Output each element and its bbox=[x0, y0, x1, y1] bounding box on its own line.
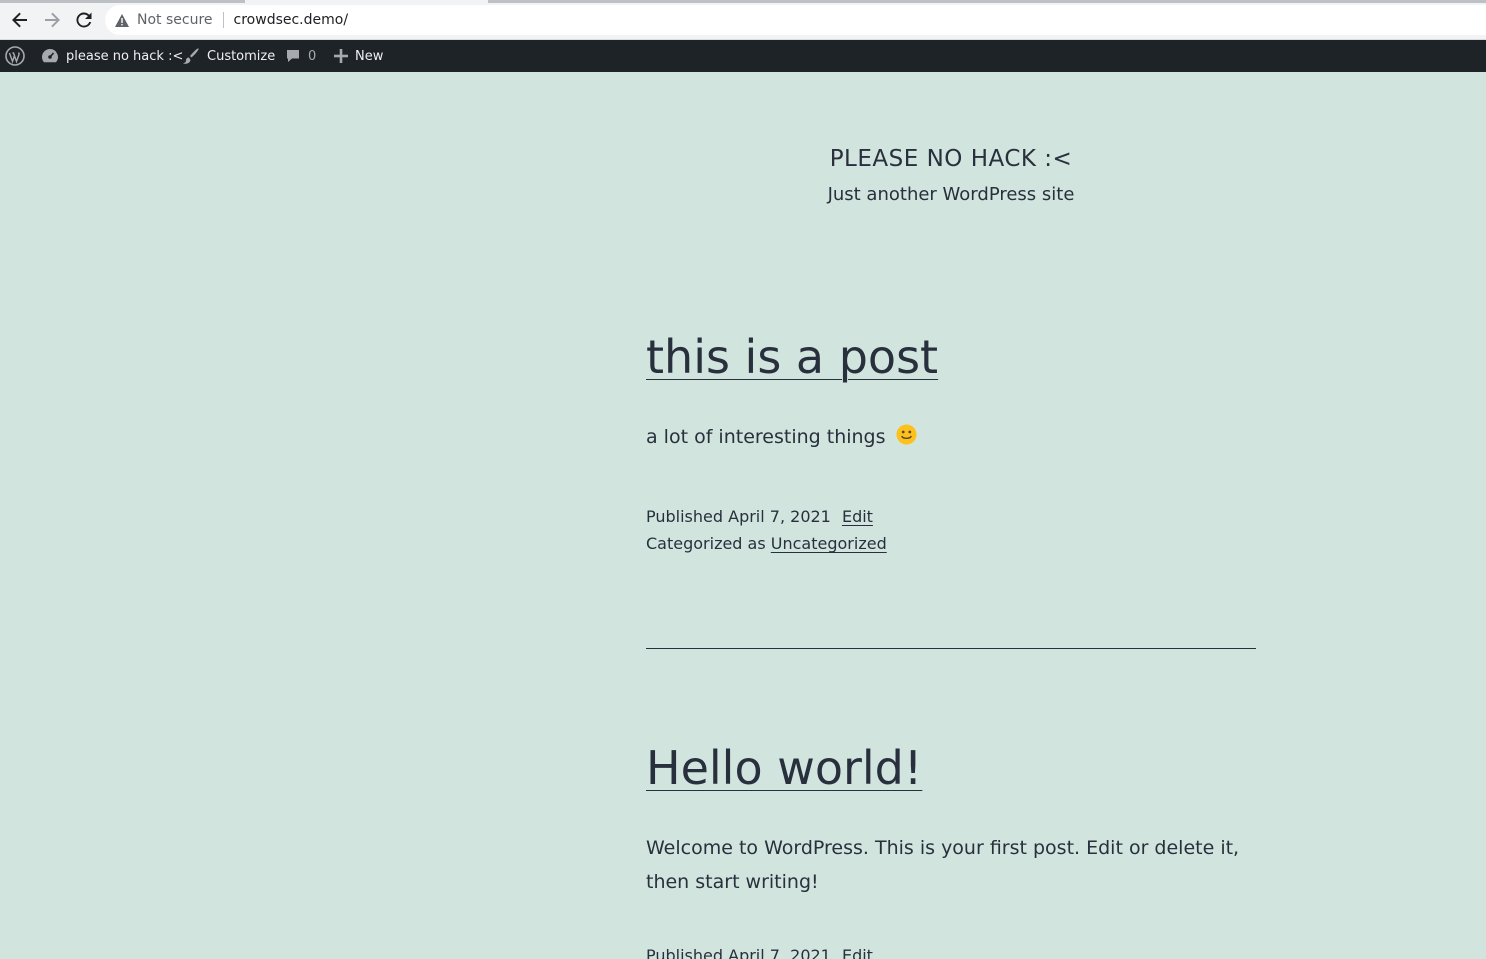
warning-icon[interactable] bbox=[115, 13, 129, 27]
address-bar[interactable]: Not secure crowdsec.demo/ bbox=[105, 5, 1486, 35]
site-name-label[interactable]: please no hack :< bbox=[66, 49, 183, 64]
site-description: Just another WordPress site bbox=[827, 184, 1075, 205]
post-meta-published: Published April 7, 2021 Edit bbox=[646, 946, 873, 959]
plus-icon bbox=[334, 49, 348, 63]
forward-arrow-icon bbox=[45, 12, 60, 28]
category-link[interactable]: Uncategorized bbox=[771, 534, 887, 553]
back-arrow-icon bbox=[12, 12, 27, 28]
post-title-link[interactable]: this is a post bbox=[646, 330, 938, 384]
edit-link[interactable]: Edit bbox=[842, 946, 873, 959]
post-excerpt: Welcome to WordPress. This is your first… bbox=[646, 837, 1240, 893]
comments-count[interactable]: 0 bbox=[308, 49, 316, 64]
url-text[interactable]: crowdsec.demo/ bbox=[234, 12, 349, 28]
omnibox-divider bbox=[222, 12, 224, 28]
back-button[interactable] bbox=[8, 8, 32, 32]
post-excerpt: a lot of interesting things bbox=[646, 420, 1256, 456]
published-date: April 7, 2021 bbox=[728, 946, 831, 959]
published-prefix: Published bbox=[646, 507, 724, 526]
customize-menu[interactable]: Customize bbox=[182, 40, 275, 72]
wordpress-logo-icon bbox=[5, 46, 25, 66]
site-name-menu[interactable]: please no hack :< bbox=[41, 40, 183, 72]
customize-label[interactable]: Customize bbox=[207, 49, 275, 64]
published-date: April 7, 2021 bbox=[728, 507, 831, 526]
security-status[interactable]: Not secure bbox=[137, 12, 213, 28]
reload-button[interactable] bbox=[72, 8, 96, 32]
wp-admin-bar: please no hack :< Customize 0 New bbox=[0, 40, 1486, 72]
forward-button[interactable] bbox=[40, 8, 64, 32]
edit-link[interactable]: Edit bbox=[842, 507, 873, 526]
wordpress-logo-menu[interactable] bbox=[5, 40, 25, 72]
comment-bubble-icon bbox=[287, 50, 299, 62]
post-meta-category: Categorized as Uncategorized bbox=[646, 534, 887, 553]
post-separator bbox=[646, 648, 1256, 649]
comments-menu[interactable]: 0 bbox=[285, 40, 316, 72]
new-label[interactable]: New bbox=[355, 49, 383, 64]
post-excerpt-text: a lot of interesting things bbox=[646, 426, 886, 448]
site-title[interactable]: PLEASE NO HACK :< bbox=[646, 146, 1256, 172]
categorized-prefix: Categorized as bbox=[646, 534, 766, 553]
browser-toolbar: Not secure crowdsec.demo/ bbox=[0, 0, 1486, 40]
smiley-icon bbox=[896, 422, 917, 456]
tab-edge bbox=[0, 0, 245, 3]
post-title-link[interactable]: Hello world! bbox=[646, 741, 922, 795]
post-meta-published: Published April 7, 2021 Edit bbox=[646, 507, 873, 526]
new-content-menu[interactable]: New bbox=[334, 40, 383, 72]
dashboard-icon bbox=[42, 49, 58, 63]
published-prefix: Published bbox=[646, 946, 724, 959]
paintbrush-icon bbox=[183, 48, 199, 64]
reload-icon bbox=[76, 12, 92, 28]
tab-edge bbox=[488, 0, 1486, 3]
